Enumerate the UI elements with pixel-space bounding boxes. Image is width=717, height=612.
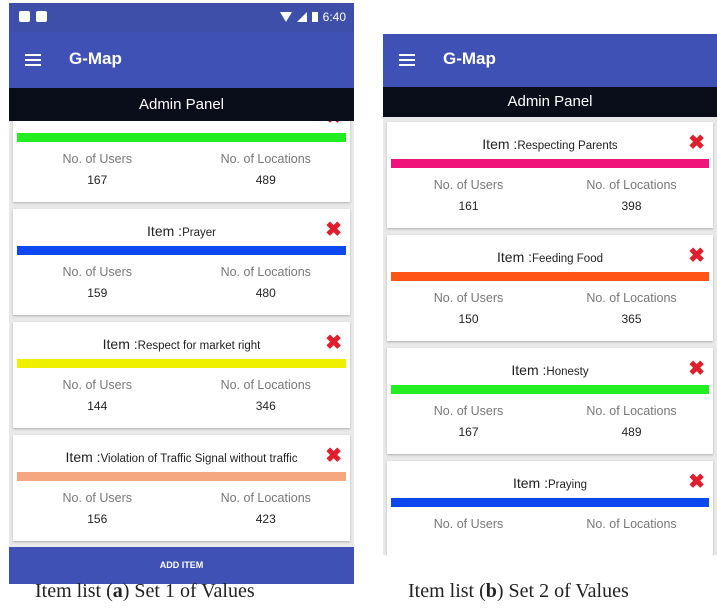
item-color-bar — [17, 133, 346, 142]
locations-count: 423 — [255, 512, 276, 526]
item-color-bar — [17, 472, 346, 481]
signal-icon — [296, 12, 307, 22]
item-name: Feeding Food — [532, 253, 603, 265]
users-label: No. of Users — [62, 491, 132, 505]
delete-icon[interactable]: ✖ — [688, 469, 705, 494]
item-prefix: Item : — [102, 336, 138, 352]
locations-count: 489 — [255, 173, 276, 187]
item-prefix: Item : — [512, 475, 548, 491]
item-name: Respect for market right — [137, 340, 261, 352]
add-item-button[interactable]: ADD ITEM — [9, 547, 354, 584]
phone-screen-b: G-Map Admin Panel Item :Respecting Paren… — [383, 34, 717, 555]
item-card[interactable]: Item :Violation of Traffic Signal withou… — [13, 435, 350, 541]
item-title: Item :Feeding Food — [387, 249, 713, 265]
users-count: 156 — [87, 512, 108, 526]
users-label: No. of Users — [433, 178, 504, 192]
users-label: No. of Users — [62, 378, 132, 392]
users-label: No. of Users — [62, 265, 132, 279]
locations-count: 480 — [255, 286, 276, 300]
locations-label: No. of Locations — [586, 404, 677, 418]
app-title: G-Map — [443, 49, 496, 68]
locations-label: No. of Locations — [586, 178, 677, 192]
users-count: 150 — [458, 312, 479, 326]
admin-panel-title: Admin Panel — [9, 88, 354, 121]
item-card[interactable]: Item :Prayer ✖ No. of Users No. of Location… — [13, 209, 350, 315]
item-title: Item :Prayer — [13, 223, 350, 239]
item-color-bar — [391, 272, 709, 281]
item-prefix: Item : — [511, 362, 547, 378]
item-title: Item :Respecting Parents — [387, 136, 713, 152]
item-card[interactable]: Item :Honesty ✖ No. of Users No. of Locatio… — [387, 348, 713, 454]
locations-label: No. of Locations — [586, 517, 677, 531]
locations-label: No. of Locations — [220, 265, 311, 279]
locations-count: 346 — [255, 399, 276, 413]
admin-panel-title: Admin Panel — [383, 87, 717, 117]
users-label: No. of Users — [433, 517, 504, 531]
status-bar: 6:40 — [9, 3, 354, 32]
locations-label: No. of Locations — [220, 152, 311, 166]
users-count: 161 — [458, 199, 479, 213]
caption-a: Item list (a) Set 1 of Values — [35, 580, 255, 602]
item-name: Honesty — [546, 366, 589, 378]
item-title: Item :Praying — [387, 475, 713, 491]
users-count: 159 — [87, 286, 108, 300]
menu-icon[interactable] — [25, 54, 41, 66]
locations-count: 398 — [621, 199, 642, 213]
status-time: 6:40 — [322, 10, 346, 24]
item-prefix: Item : — [497, 249, 533, 265]
delete-icon[interactable]: ✖ — [325, 443, 342, 468]
wifi-icon — [279, 12, 292, 22]
item-prefix: Item : — [65, 449, 101, 465]
locations-count: 365 — [621, 312, 642, 326]
locations-count: 489 — [621, 425, 642, 439]
delete-icon[interactable]: ✖ — [325, 330, 342, 355]
item-name: Respecting Parents — [517, 140, 618, 152]
delete-icon[interactable]: ✖ — [688, 130, 705, 155]
item-color-bar — [391, 159, 709, 168]
users-label: No. of Users — [62, 152, 132, 166]
app-bar: G-Map — [383, 34, 717, 87]
battery-icon — [311, 12, 318, 22]
item-card[interactable]: Item :Feeding Food ✖ No. of Users No. of Lo… — [387, 235, 713, 341]
item-name: Prayer — [182, 227, 216, 239]
image-icon — [36, 11, 47, 22]
users-count: 167 — [87, 173, 108, 187]
item-list[interactable]: Item : ✖ No. of Users No. of Locations 167 48… — [9, 121, 354, 547]
item-list[interactable]: Item :Respecting Parents ✖ No. of Users No.… — [383, 117, 717, 555]
menu-icon[interactable] — [399, 54, 415, 66]
delete-icon[interactable]: ✖ — [325, 121, 342, 129]
item-color-bar — [391, 498, 709, 507]
item-card[interactable]: Item :✖No. of UsersNo. of Locations16748… — [13, 121, 350, 202]
item-card[interactable]: Item :Respect for market right ✖ No. of Us… — [13, 322, 350, 428]
app-title: G-Map — [69, 49, 122, 68]
item-name: Violation of Traffic Signal without traf… — [100, 453, 298, 465]
phone-screen-a: 6:40 G-Map Admin Panel Item : ✖ No. of Use… — [9, 3, 354, 584]
item-card[interactable]: Item :Respecting Parents ✖ No. of Users No.… — [387, 122, 713, 228]
item-color-bar — [17, 246, 346, 255]
users-label: No. of Users — [433, 291, 504, 305]
item-title: Item :Honesty — [387, 362, 713, 378]
users-label: No. of Users — [433, 404, 504, 418]
caption-b: Item list (b) Set 2 of Values — [408, 580, 629, 602]
locations-label: No. of Locations — [220, 378, 311, 392]
users-count: 167 — [458, 425, 479, 439]
delete-icon[interactable]: ✖ — [325, 217, 342, 242]
item-prefix: Item : — [482, 136, 518, 152]
delete-icon[interactable]: ✖ — [688, 243, 705, 268]
item-color-bar — [391, 385, 709, 394]
item-prefix: Item : — [147, 223, 183, 239]
item-color-bar — [17, 359, 346, 368]
mail-icon — [19, 11, 30, 22]
item-name: Praying — [548, 479, 587, 491]
item-title: Item :Violation of Traffic Signal withou… — [13, 449, 350, 465]
users-count: 144 — [87, 399, 108, 413]
app-bar: G-Map — [9, 32, 354, 88]
locations-label: No. of Locations — [220, 491, 311, 505]
delete-icon[interactable]: ✖ — [688, 356, 705, 381]
item-title: Item :Respect for market right — [13, 336, 350, 352]
locations-label: No. of Locations — [586, 291, 677, 305]
item-card[interactable]: Item :Praying ✖ No. of Users No. of Locatio… — [387, 461, 713, 555]
